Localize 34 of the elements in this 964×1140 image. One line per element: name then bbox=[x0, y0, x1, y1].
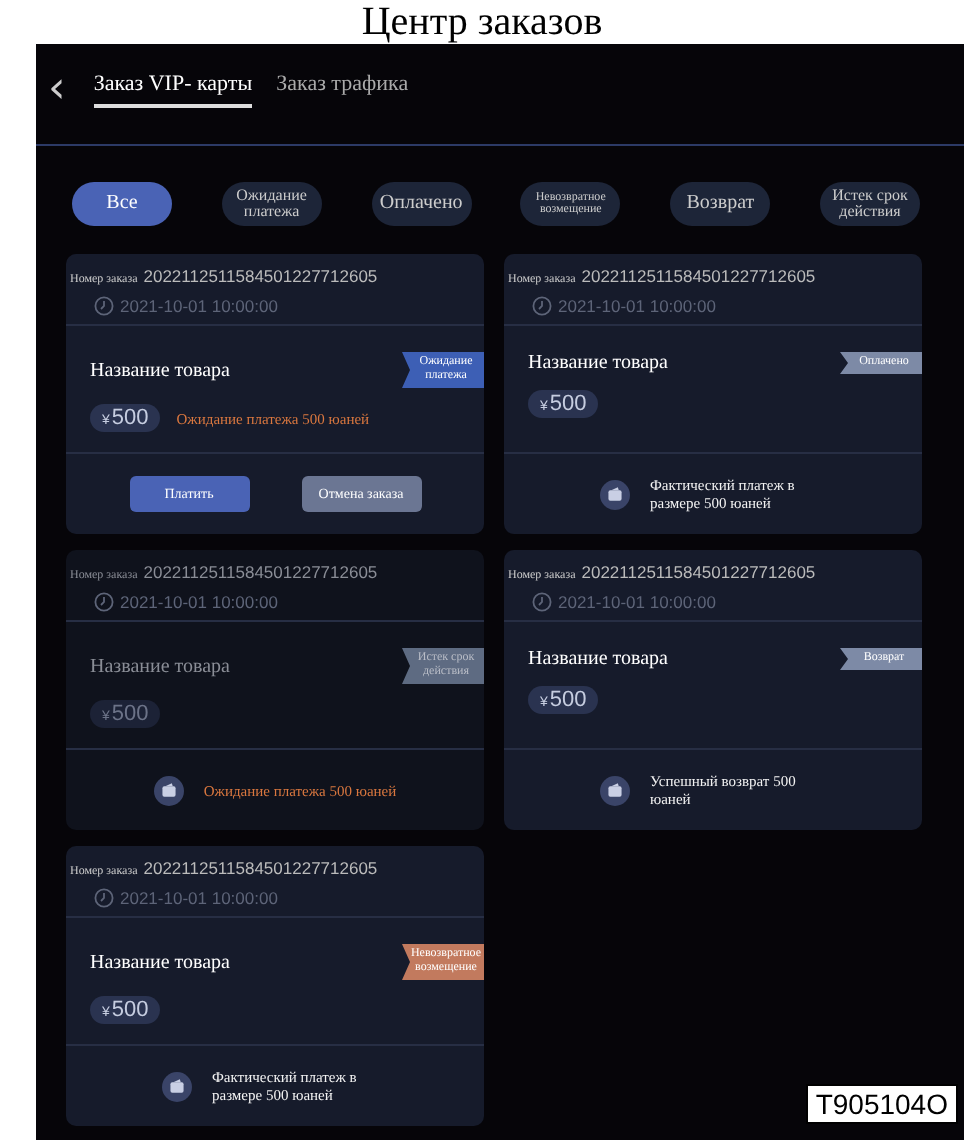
order-number: 2022112511584501227712605 bbox=[581, 266, 816, 286]
clock-icon bbox=[532, 592, 552, 612]
filter-chip[interactable]: Ожидание платежа bbox=[221, 182, 322, 226]
product-name: Название товара bbox=[90, 359, 230, 381]
product-name: Название товара bbox=[90, 951, 230, 973]
order-number: 2022112511584501227712605 bbox=[143, 266, 378, 286]
filter-chip[interactable]: Оплачено bbox=[371, 182, 472, 226]
wallet-icon bbox=[153, 775, 184, 805]
back-button[interactable]: ‹ bbox=[44, 72, 70, 108]
order-number: 2022112511584501227712605 bbox=[143, 562, 378, 582]
product-name: Название товара bbox=[528, 352, 668, 374]
order-date: 2021-10-01 10:00:00 bbox=[120, 296, 278, 316]
order-date: 2021-10-01 10:00:00 bbox=[120, 888, 278, 908]
clock-icon bbox=[532, 296, 552, 316]
page-title: Центр заказов bbox=[359, 0, 605, 44]
filter-chip[interactable]: Возврат bbox=[670, 182, 771, 226]
product-name: Название товара bbox=[528, 648, 668, 670]
order-number: 2022112511584501227712605 bbox=[143, 858, 378, 878]
order-number: 2022112511584501227712605 bbox=[581, 562, 816, 582]
tab[interactable]: Заказ трафика bbox=[276, 72, 409, 108]
wallet-icon bbox=[162, 1071, 192, 1101]
order-date: 2021-10-01 10:00:00 bbox=[120, 592, 278, 612]
order-date: 2021-10-01 10:00:00 bbox=[558, 296, 716, 316]
wallet-icon bbox=[600, 479, 630, 509]
filter-chip[interactable]: Истек срок действия bbox=[819, 182, 920, 226]
product-name: Название товара bbox=[90, 655, 230, 677]
clock-icon bbox=[94, 888, 114, 908]
figure-label: T905104O bbox=[805, 1084, 958, 1124]
tab[interactable]: Заказ VIP- карты bbox=[93, 72, 253, 108]
wallet-icon bbox=[600, 775, 630, 805]
clock-icon bbox=[94, 592, 114, 612]
order-date: 2021-10-01 10:00:00 bbox=[558, 592, 716, 612]
filter-chip[interactable]: Все bbox=[72, 182, 172, 226]
clock-icon bbox=[94, 296, 114, 316]
